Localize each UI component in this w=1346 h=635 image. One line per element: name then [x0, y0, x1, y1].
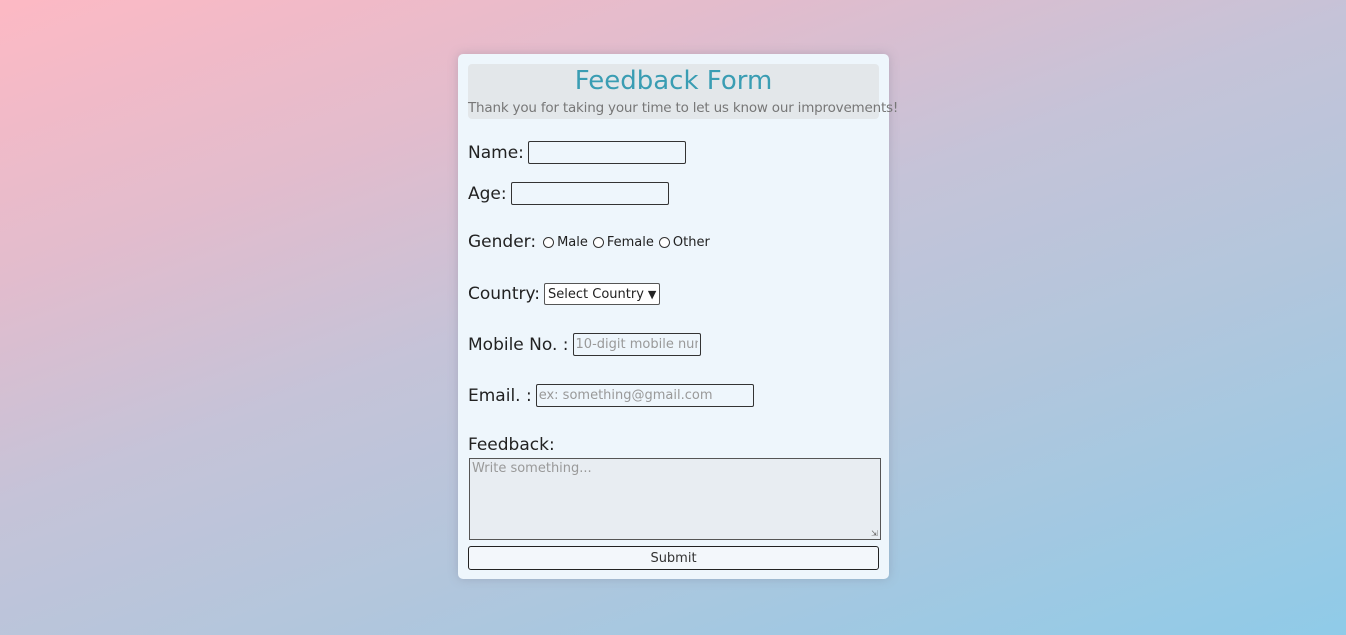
age-row: Age:: [468, 182, 669, 205]
gender-male-label: Male: [557, 234, 588, 250]
gender-label: Gender:: [468, 232, 537, 252]
country-selected-value: Select Country: [548, 286, 644, 302]
submit-button[interactable]: Submit: [468, 546, 879, 570]
name-label: Name:: [468, 142, 524, 163]
gender-other-radio[interactable]: [658, 236, 670, 248]
feedback-card: Feedback Form Thank you for taking your …: [458, 54, 899, 579]
email-label: Email. :: [468, 385, 532, 406]
mobile-label: Mobile No. :: [468, 334, 569, 355]
gender-male-radio[interactable]: [543, 236, 555, 248]
feedback-row: Feedback:: [468, 435, 559, 455]
form-header: Feedback Form Thank you for taking your …: [468, 64, 899, 119]
feedback-label: Feedback:: [468, 435, 555, 455]
mobile-row: Mobile No. :: [468, 333, 701, 356]
chevron-down-icon: ▼: [647, 287, 657, 301]
country-select[interactable]: Select Country ▼: [544, 283, 661, 305]
country-label: Country:: [468, 284, 541, 304]
gender-female-radio[interactable]: [592, 236, 604, 248]
age-input[interactable]: [510, 182, 669, 205]
mobile-input[interactable]: [572, 333, 701, 356]
gender-female-label: Female: [606, 234, 654, 250]
age-label: Age:: [468, 183, 507, 204]
email-row: Email. :: [468, 384, 754, 407]
gender-other-label: Other: [672, 234, 710, 250]
gender-row: Gender: Male Female Other: [468, 232, 712, 252]
feedback-textarea[interactable]: [469, 458, 881, 540]
form-title: Feedback Form: [574, 66, 773, 96]
form-subtitle: Thank you for taking your time to let us…: [468, 100, 899, 116]
resize-grip-icon[interactable]: ⇲: [871, 530, 879, 538]
name-input[interactable]: [527, 141, 686, 164]
country-row: Country: Select Country ▼: [468, 283, 661, 305]
email-input[interactable]: [535, 384, 754, 407]
name-row: Name:: [468, 141, 686, 164]
